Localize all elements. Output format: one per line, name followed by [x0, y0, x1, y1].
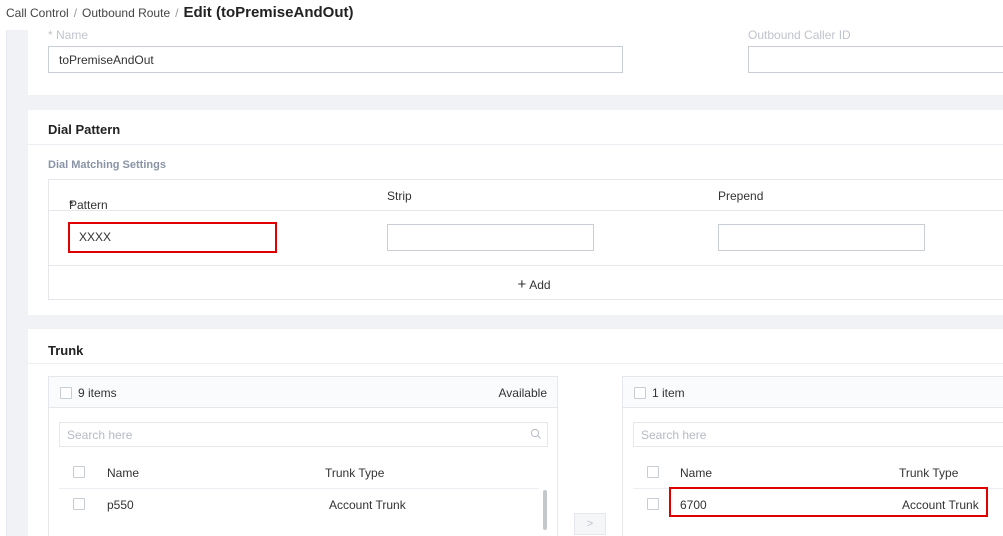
- name-input[interactable]: [48, 46, 623, 73]
- left-edge-strip: [0, 0, 7, 536]
- breadcrumb-separator: /: [175, 6, 179, 20]
- page-title: Edit (toPremiseAndOut): [183, 4, 354, 21]
- available-count: 9 items: [78, 386, 117, 400]
- move-right-button[interactable]: >: [574, 513, 606, 535]
- dial-matching-settings-title: Dial Matching Settings: [48, 159, 166, 171]
- breadcrumb-call-control[interactable]: Call Control: [6, 6, 69, 20]
- add-label: Add: [529, 278, 551, 292]
- pattern-table-header: * Pattern Strip Prepend: [49, 180, 1003, 212]
- prepend-column-header: Prepend: [718, 189, 764, 203]
- available-name-column: Name: [107, 466, 140, 480]
- pattern-column-label: Pattern: [69, 198, 108, 212]
- selected-header-checkbox[interactable]: [647, 466, 659, 478]
- plus-icon: +: [517, 276, 527, 293]
- add-pattern-button[interactable]: + Add: [49, 266, 1003, 300]
- selected-row-highlight-box: [669, 487, 988, 517]
- available-select-all-checkbox[interactable]: [60, 387, 72, 399]
- selected-list-header: 1 item: [623, 377, 1003, 408]
- breadcrumb-separator: /: [73, 6, 78, 20]
- name-label: * Name: [48, 28, 89, 42]
- divider: [59, 488, 539, 489]
- chevron-right-icon: >: [586, 518, 594, 530]
- selected-count: 1 item: [652, 386, 685, 400]
- available-trunk-list: 9 items Available Name Trunk Type p550 A…: [48, 376, 558, 536]
- selected-select-all-checkbox[interactable]: [634, 387, 646, 399]
- prepend-input[interactable]: [718, 224, 925, 251]
- row-checkbox[interactable]: [647, 498, 659, 510]
- dial-pattern-title: Dial Pattern: [48, 122, 121, 137]
- outbound-caller-id-input[interactable]: [748, 46, 1003, 73]
- available-row-name: p550: [107, 498, 134, 512]
- strip-input[interactable]: [387, 224, 594, 251]
- pattern-highlight-box: [68, 222, 277, 253]
- general-settings-card: * Name Outbound Caller ID: [28, 24, 1003, 95]
- selected-name-column: Name: [680, 466, 713, 480]
- available-row-type: Account Trunk: [329, 498, 406, 512]
- outbound-caller-id-label: Outbound Caller ID: [748, 28, 851, 42]
- available-trunk-type-column: Trunk Type: [325, 466, 385, 480]
- divider: [28, 363, 1003, 364]
- dial-pattern-card: Dial Pattern Dial Matching Settings * Pat…: [28, 110, 1003, 315]
- selected-trunk-type-column: Trunk Type: [899, 466, 959, 480]
- strip-column-header: Strip: [387, 189, 412, 203]
- trunk-title: Trunk: [48, 343, 84, 358]
- row-checkbox[interactable]: [73, 498, 85, 510]
- selected-search-input[interactable]: [633, 422, 1003, 447]
- available-search-input[interactable]: [59, 422, 548, 447]
- divider: [28, 144, 1003, 145]
- breadcrumb: Call Control / Outbound Route / Edit (toPrem…: [0, 0, 1003, 30]
- available-list-scrollbar[interactable]: [543, 490, 547, 530]
- available-header-checkbox[interactable]: [73, 466, 85, 478]
- search-icon[interactable]: [530, 428, 542, 440]
- available-caption: Available: [498, 386, 547, 400]
- breadcrumb-outbound-route[interactable]: Outbound Route: [82, 6, 170, 20]
- available-list-header: 9 items Available: [49, 377, 557, 408]
